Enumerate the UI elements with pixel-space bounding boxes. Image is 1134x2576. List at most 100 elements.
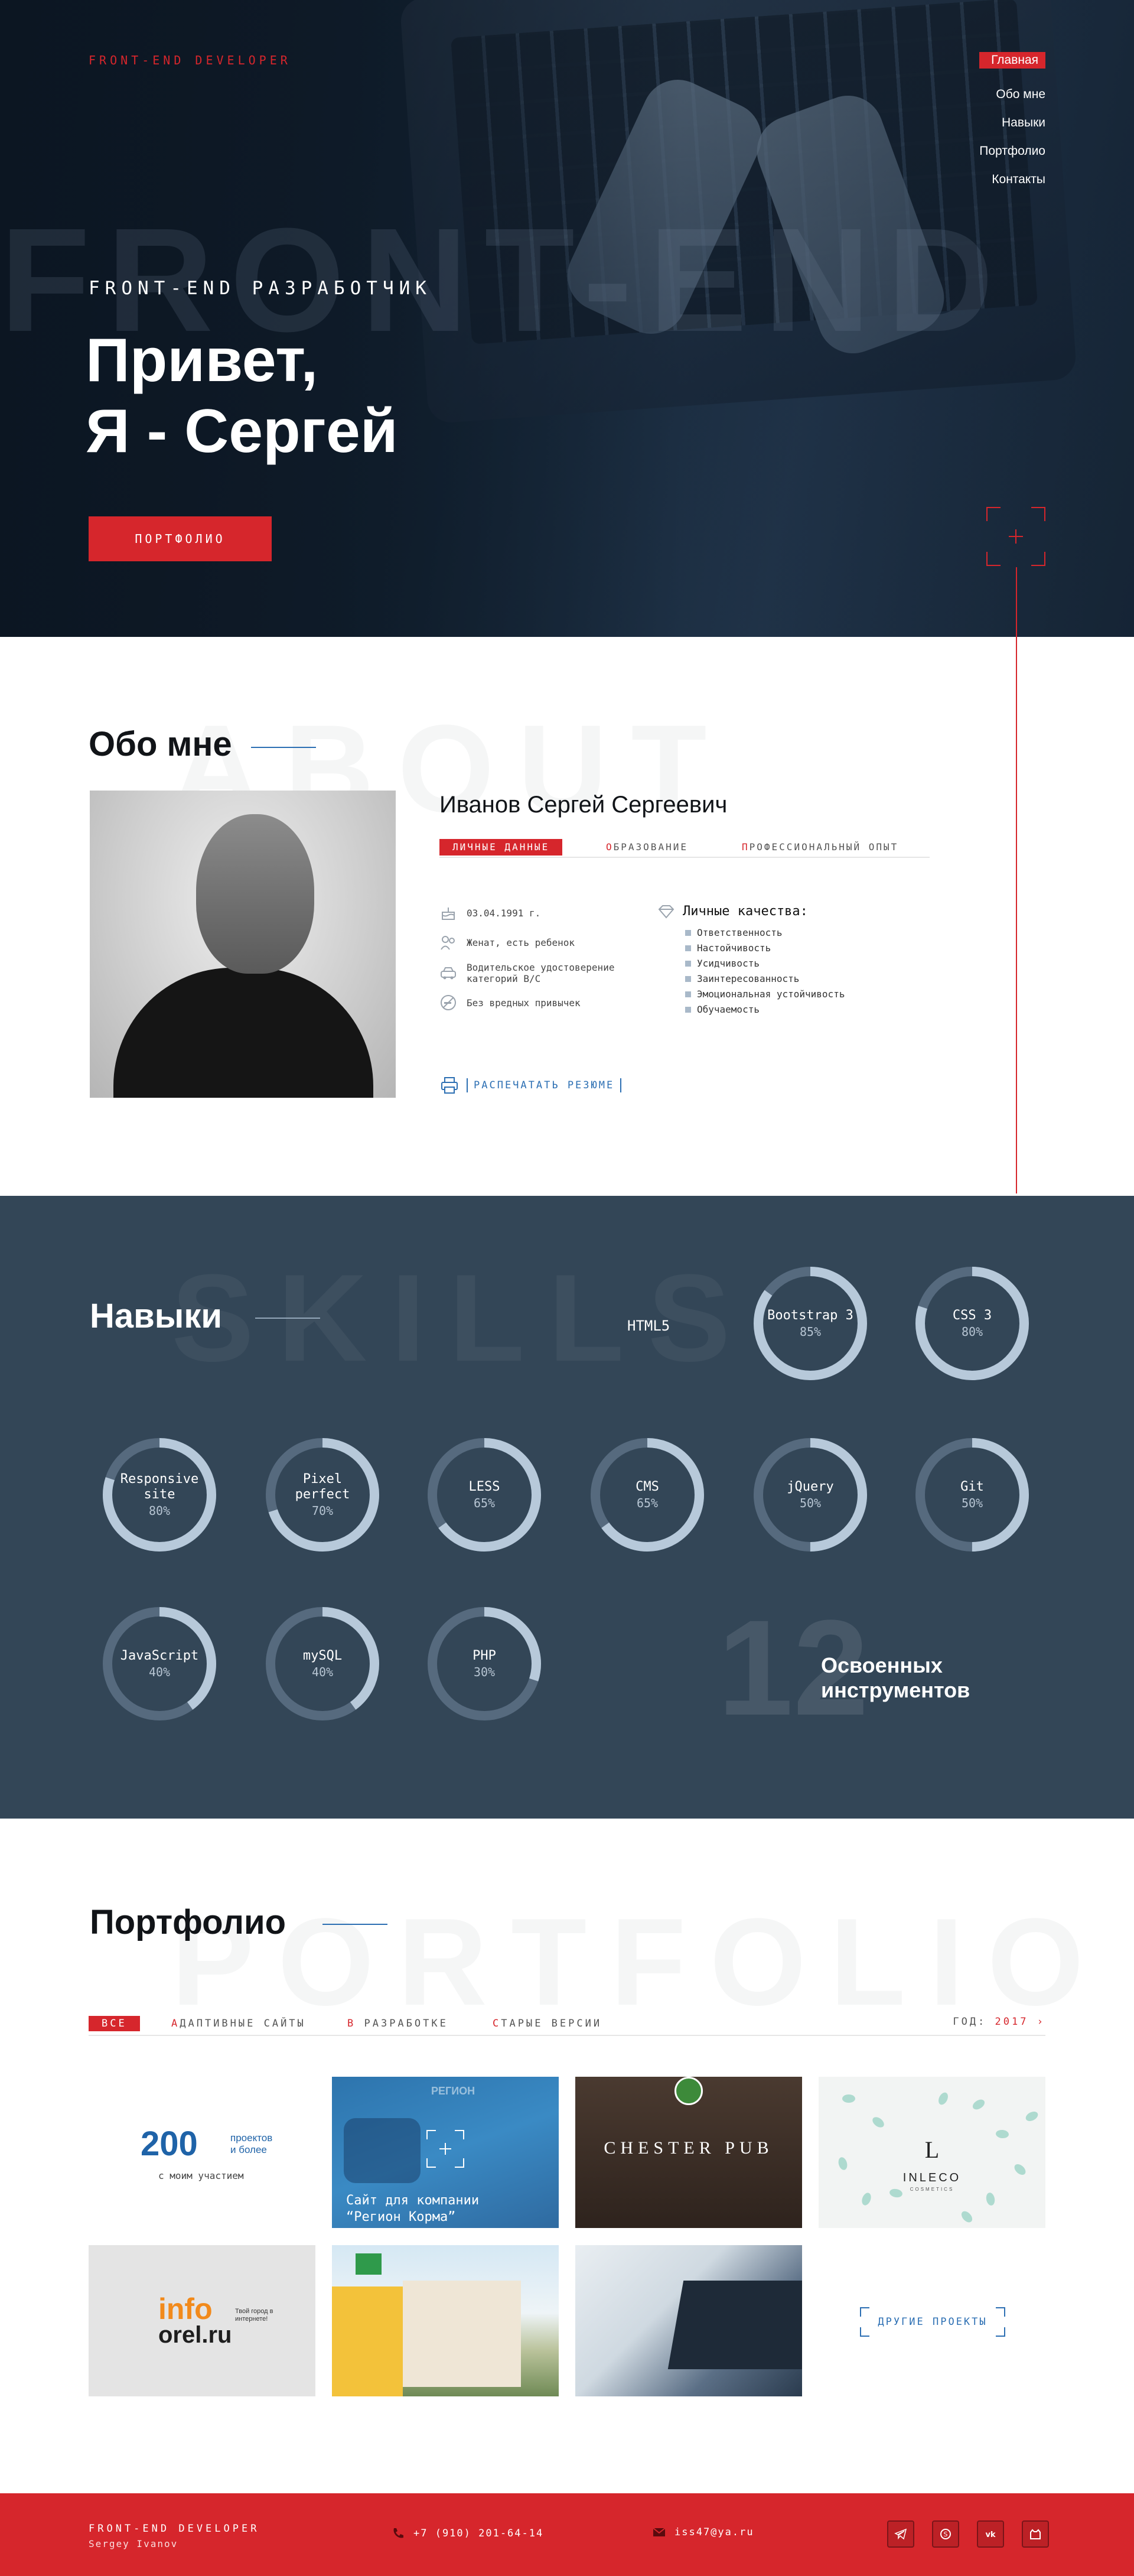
skill-ring: LESS 65% [425, 1436, 543, 1554]
skill-percent: 50% [961, 1496, 983, 1510]
footer-phone-text[interactable]: +7 (910) 201-64-14 [413, 2528, 543, 2539]
hero-subtitle: FRONT-END РАЗРАБОТЧИК [89, 278, 432, 299]
footer-brand: FRONT-END DEVELOPER [89, 2523, 260, 2535]
hero-title: Привет, Я - Сергей [86, 325, 398, 467]
hero-title-line-1: Привет, [86, 326, 318, 395]
filter-adaptive[interactable]: АДАПТИВНЫЕ САЙТЫ [171, 2016, 306, 2031]
project-tile-info-orel[interactable]: info orel.ru Твой город в интернете! [89, 2245, 315, 2396]
chester-subline [575, 2163, 802, 2170]
quality-item: Заинтересованность [685, 971, 845, 987]
profile-photo [90, 791, 396, 1098]
skill-name: PHP [472, 1648, 496, 1663]
decorative-red-line [1016, 567, 1017, 1193]
info-birthdate-text: 03.04.1991 г. [467, 907, 541, 919]
qualities-title-text: Личные качества: [683, 904, 808, 919]
quality-item: Ответственность [685, 925, 845, 941]
filter-in-progress[interactable]: В РАЗРАБОТКЕ [347, 2016, 448, 2031]
about-title-line [251, 747, 316, 748]
vk-icon[interactable]: vk [977, 2520, 1004, 2548]
print-resume-label[interactable]: РАСПЕЧАТАТЬ РЕЗЮМЕ [467, 1078, 622, 1092]
skill-html5-label: HTML5 [627, 1318, 670, 1334]
year-value[interactable]: 2017 [995, 2016, 1029, 2028]
skill-ring: Git 50% [913, 1436, 1031, 1554]
leaf-decoration [860, 2191, 873, 2207]
tab-personal-data[interactable]: ЛИЧНЫЕ ДАННЫЕ [439, 839, 563, 856]
about-title: Обо мне [89, 725, 232, 763]
skype-icon[interactable]: S [932, 2520, 959, 2548]
svg-text:vk: vk [985, 2531, 995, 2539]
svg-text:S: S [944, 2531, 948, 2538]
region-caption-1: Сайт для компании [346, 2193, 480, 2208]
info-birthdate: 03.04.1991 г. [439, 904, 540, 922]
orel-logo: orel.ru [158, 2322, 232, 2348]
region-logo: РЕГИОН [431, 2085, 475, 2097]
filter-all[interactable]: ВСЕ [89, 2016, 140, 2031]
telegram-icon[interactable] [887, 2520, 914, 2548]
nav-item-home[interactable]: Главная [979, 52, 1045, 69]
skill-ring: CSS 3 80% [913, 1264, 1031, 1383]
year-filter[interactable]: ГОД: 2017 › [953, 2016, 1045, 2028]
filter-old[interactable]: СТАРЫЕ ВЕРСИИ [493, 2016, 602, 2031]
skill-name: Git [960, 1479, 984, 1494]
nav-item-skills[interactable]: Навыки [979, 109, 1045, 137]
skill-percent: 30% [473, 1665, 496, 1679]
skills-title: Навыки [90, 1297, 223, 1335]
skill-ring: jQuery 50% [751, 1436, 869, 1554]
qualities-title: Личные качества: [658, 904, 808, 919]
skill-ring: Pixel perfect 70% [263, 1436, 382, 1554]
tools-count-label-line-2: инструментов [821, 1678, 970, 1702]
project-tile-building[interactable] [332, 2245, 559, 2396]
footer-email[interactable]: iss47@ya.ru [652, 2526, 754, 2538]
tab-education[interactable]: ОБРАЗОВАНИЕ [606, 839, 688, 856]
skill-percent: 65% [636, 1496, 659, 1510]
portfolio-filters: ВСЕ АДАПТИВНЫЕ САЙТЫ В РАЗРАБОТКЕ СТАРЫЕ… [89, 2016, 1045, 2036]
footer-phone[interactable]: +7 (910) 201-64-14 [391, 2526, 543, 2541]
tools-count-label: Освоенных инструментов [821, 1653, 970, 1703]
info-habits-text: Без вредных привычек [467, 997, 581, 1009]
skill-percent: 50% [799, 1496, 822, 1510]
project-tile-inleco[interactable]: L INLECO COSMETICS [819, 2077, 1045, 2228]
other-projects-label[interactable]: ДРУГИЕ ПРОЕКТЫ [878, 2316, 987, 2328]
print-resume-button[interactable]: РАСПЕЧАТАТЬ РЕЗЮМЕ [439, 1075, 622, 1095]
about-tabs: ЛИЧНЫЕ ДАННЫЕ ОБРАЗОВАНИЕ ПРОФЕССИОНАЛЬН… [439, 839, 930, 858]
project-tile-region-korma[interactable]: РЕГИОН Сайт для компании “Регион Корма” [332, 2077, 559, 2228]
skill-ring: Responsive site 80% [100, 1436, 219, 1554]
portfolio-title-line [322, 1924, 387, 1925]
github-icon[interactable] [1022, 2520, 1049, 2548]
other-projects-button[interactable]: ДРУГИЕ ПРОЕКТЫ [860, 2307, 1005, 2337]
skill-ring: Bootstrap 3 85% [751, 1264, 869, 1383]
project-tile-chester-pub[interactable]: CHESTER PUB [575, 2077, 802, 2228]
hero-section: FRONT-END FRONT-END DEVELOPER Главная Об… [0, 0, 1134, 637]
nav-item-contacts[interactable]: Контакты [979, 165, 1045, 194]
project-tile-laptop[interactable] [575, 2245, 802, 2396]
nav-item-about[interactable]: Обо мне [979, 80, 1045, 109]
tab-experience[interactable]: ПРОФЕССИОНАЛЬНЫЙ ОПЫТ [742, 839, 898, 856]
cake-icon [442, 908, 455, 920]
skill-name: JavaScript [120, 1648, 199, 1663]
car-icon [441, 967, 456, 980]
leaf-decoration [842, 2094, 855, 2103]
footer-email-text[interactable]: iss47@ya.ru [674, 2526, 754, 2538]
skill-name: Pixel perfect [295, 1472, 350, 1502]
no-smoking-icon [441, 995, 456, 1010]
quality-item: Эмоциональная устойчивость [685, 987, 845, 1002]
tools-count-label-line-1: Освоенных [821, 1653, 943, 1677]
nav-item-portfolio[interactable]: Портфолио [979, 137, 1045, 165]
region-caption: Сайт для компании “Регион Корма” [346, 2193, 479, 2226]
skill-name: mySQL [302, 1648, 343, 1663]
portfolio-button[interactable]: ПОРТФОЛИО [89, 516, 272, 561]
projects-count-number: 200 [141, 2125, 198, 2163]
info-habits: Без вредных привычек [439, 994, 581, 1011]
skill-ring: PHP 30% [425, 1605, 543, 1723]
skill-percent: 40% [148, 1665, 171, 1679]
leaf-decoration [970, 2097, 987, 2112]
hero-title-line-2: Я - Сергей [86, 397, 398, 466]
inleco-sub: COSMETICS [910, 2187, 954, 2192]
year-label: ГОД: [953, 2016, 987, 2028]
site-brand[interactable]: FRONT-END DEVELOPER [89, 53, 291, 67]
printer-icon [441, 1077, 458, 1094]
open-project-icon[interactable] [426, 2130, 464, 2168]
info-logo: info [158, 2292, 213, 2325]
diamond-icon [658, 905, 674, 919]
projects-count-sub: с моим участием [158, 2170, 244, 2181]
